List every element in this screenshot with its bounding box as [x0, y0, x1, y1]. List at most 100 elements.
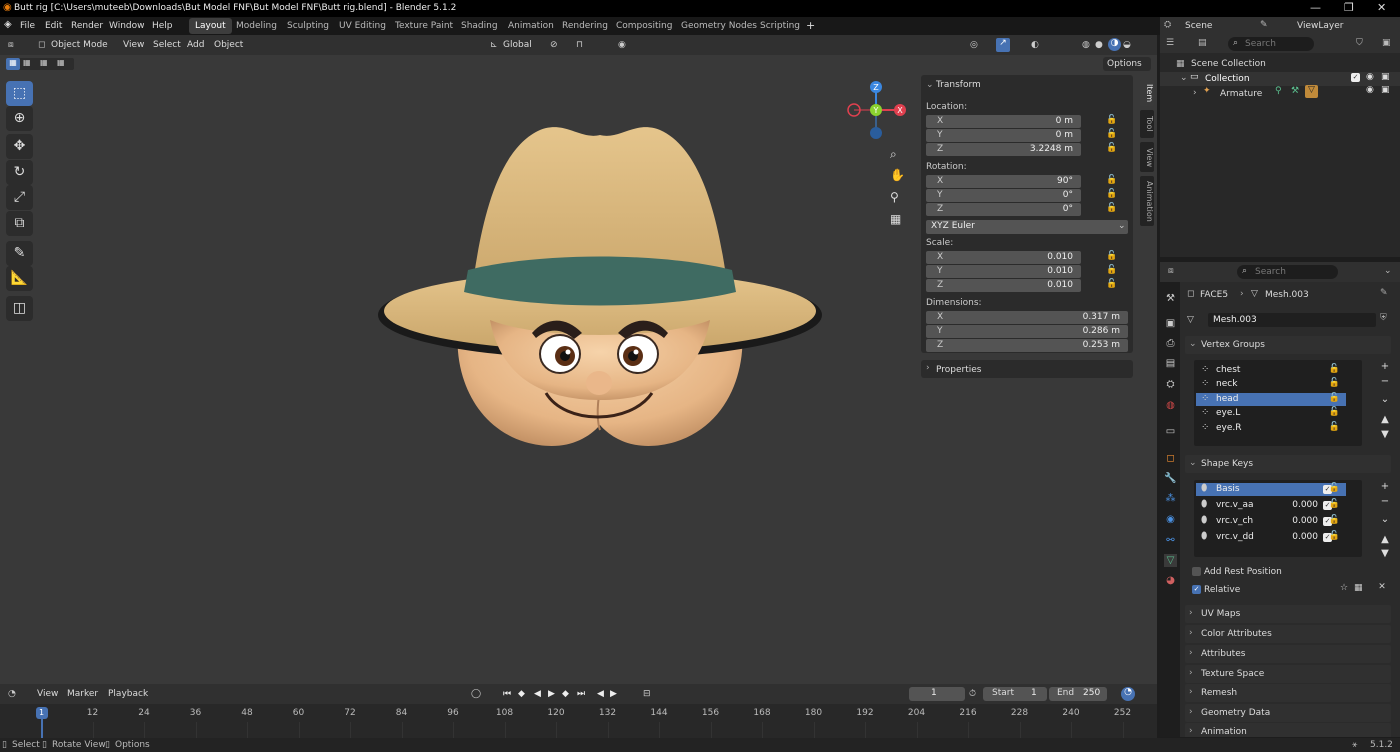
uv-maps-section[interactable]: › UV Maps: [1185, 605, 1391, 623]
minimize-button[interactable]: —: [1310, 1, 1321, 14]
menu-select[interactable]: Select: [153, 40, 181, 50]
timeline-menu-marker[interactable]: Marker: [67, 689, 98, 699]
shape-key-menu-button[interactable]: ⌄: [1378, 513, 1392, 527]
character-model[interactable]: [360, 80, 840, 500]
display-mode-icon[interactable]: ▤: [1198, 38, 1207, 48]
editor-type-icon[interactable]: ⧈: [8, 40, 14, 50]
end-frame-field[interactable]: End 250: [1049, 687, 1107, 701]
orientation-dropdown[interactable]: Global: [503, 40, 532, 50]
wireframe-shading-icon[interactable]: ◍: [1082, 40, 1090, 50]
remove-shape-key-button[interactable]: −: [1378, 495, 1392, 509]
solid-shading-icon[interactable]: ●: [1095, 40, 1103, 50]
select-subtract-icon[interactable]: ▦: [40, 58, 48, 67]
navigation-gizmo[interactable]: Z X Y: [840, 75, 915, 150]
cursor-tool[interactable]: ⊕: [6, 106, 33, 131]
object-tab-icon[interactable]: ◻: [1164, 452, 1177, 465]
armature-eye-icon[interactable]: ◉: [1366, 85, 1374, 95]
view-layer-tab-icon[interactable]: ▤: [1164, 357, 1177, 370]
scene-name[interactable]: Scene: [1185, 21, 1212, 31]
pan-hand-icon[interactable]: ✋: [890, 168, 905, 182]
new-collection-icon[interactable]: ▣: [1382, 38, 1391, 48]
add-cube-tool[interactable]: ◫: [6, 296, 33, 321]
gizmo-x-label[interactable]: X: [897, 106, 903, 115]
editor-type-icon[interactable]: ⧈: [1168, 266, 1174, 276]
attributes-section[interactable]: › Attributes: [1185, 645, 1391, 663]
move-tool[interactable]: ✥: [6, 134, 33, 159]
scale-z-field[interactable]: Z 0.010: [926, 279, 1081, 292]
lock-icon[interactable]: 🔓: [1106, 189, 1117, 199]
shape-key-value[interactable]: 0.000: [1276, 532, 1318, 542]
play-icon[interactable]: ▶: [548, 689, 555, 699]
annotate-tool[interactable]: ✎: [6, 241, 33, 266]
camera-icon[interactable]: ▣: [1381, 72, 1390, 82]
menu-edit[interactable]: Edit: [45, 21, 62, 31]
prev-keyframe-icon[interactable]: ◆: [518, 689, 525, 699]
select-box-tool[interactable]: ⬚: [6, 81, 33, 106]
blender-menu-icon[interactable]: ◈: [4, 19, 12, 30]
measure-tool[interactable]: 📐: [6, 266, 33, 291]
material-tab-icon[interactable]: ◕: [1164, 574, 1177, 587]
proportional-edit-icon[interactable]: ◉: [618, 40, 626, 50]
lock-icon[interactable]: 🔓: [1106, 203, 1117, 213]
camera-view-icon[interactable]: ⚲: [890, 190, 899, 204]
auto-keying-icon[interactable]: ◔: [1121, 687, 1135, 701]
tab-compositing[interactable]: Compositing: [610, 18, 678, 34]
location-z-field[interactable]: Z 3.2248 m: [926, 143, 1081, 156]
outliner-search-input[interactable]: ⌕ Search: [1228, 37, 1314, 51]
lock-icon[interactable]: 🔓: [1329, 378, 1340, 388]
zoom-icon[interactable]: ⌕: [890, 147, 897, 162]
close-button[interactable]: ✕: [1377, 1, 1386, 14]
dimensions-y-field[interactable]: Y 0.286 m: [926, 325, 1128, 338]
tab-uv-editing[interactable]: UV Editing: [333, 18, 392, 34]
jump-start-icon[interactable]: ⏮: [503, 689, 511, 699]
gizmo-toggle-icon[interactable]: ↗: [996, 38, 1010, 52]
lock-icon[interactable]: 🔓: [1106, 251, 1117, 261]
location-x-field[interactable]: X 0 m: [926, 115, 1081, 128]
collection-label[interactable]: Collection: [1205, 74, 1250, 84]
snap-icon[interactable]: ⊓: [576, 40, 583, 50]
timeline-menu-playback[interactable]: Playback: [108, 689, 148, 699]
list-item[interactable]: ⬮ Basis ✓ 🔓: [1196, 483, 1346, 496]
keyframe-next-icon[interactable]: ▶: [610, 689, 617, 699]
physics-tab-icon[interactable]: ◉: [1164, 513, 1177, 526]
lock-icon[interactable]: 🔓: [1106, 143, 1117, 153]
menu-window[interactable]: Window: [109, 21, 145, 31]
grid-view-icon[interactable]: ▦: [890, 212, 901, 226]
move-down-button[interactable]: ▼: [1378, 547, 1392, 561]
pin-icon[interactable]: ✎: [1260, 20, 1268, 30]
filter-icon[interactable]: ⛉: [1356, 38, 1363, 48]
lock-icon[interactable]: 🔓: [1106, 279, 1117, 289]
keying-icon[interactable]: ⊟: [643, 689, 651, 699]
add-shape-key-button[interactable]: +: [1378, 480, 1392, 494]
jump-end-icon[interactable]: ⏭: [577, 689, 585, 699]
scale-y-field[interactable]: Y 0.010: [926, 265, 1081, 278]
constraints-tab-icon[interactable]: ⚯: [1164, 534, 1177, 547]
collection-tab-icon[interactable]: ▭: [1164, 425, 1177, 438]
transform-panel-title[interactable]: Transform: [936, 80, 981, 90]
render-tab-icon[interactable]: ▣: [1164, 317, 1177, 330]
properties-subpanel[interactable]: › Properties: [921, 360, 1133, 378]
chevron-down-icon[interactable]: ⌄: [1384, 266, 1392, 276]
fake-user-icon[interactable]: ⛨: [1380, 313, 1387, 323]
visibility-icon[interactable]: ◎: [970, 40, 978, 50]
tab-rendering[interactable]: Rendering: [556, 18, 614, 34]
menu-help[interactable]: Help: [152, 21, 173, 31]
list-item[interactable]: ⬮ vrc.v_aa 0.000 ✓ 🔓: [1196, 499, 1346, 512]
editor-type-icon[interactable]: ☰: [1166, 38, 1174, 48]
lock-icon[interactable]: 🔓: [1329, 407, 1340, 417]
geometry-data-section[interactable]: › Geometry Data: [1185, 704, 1391, 722]
lock-icon[interactable]: 🔓: [1329, 483, 1340, 493]
tab-layout[interactable]: Layout: [189, 18, 232, 34]
collection-row[interactable]: ⌄ ▭ Collection ✓ ◉ ▣: [1160, 72, 1400, 86]
relative-checkbox[interactable]: ✓: [1192, 585, 1201, 594]
current-frame-field[interactable]: 1: [909, 687, 965, 701]
options-dropdown[interactable]: Options: [1103, 57, 1151, 71]
list-item[interactable]: ⁘ chest 🔓: [1196, 364, 1346, 377]
properties-search-input[interactable]: ⌕ Search: [1237, 265, 1338, 279]
particles-tab-icon[interactable]: ⁂: [1164, 492, 1177, 505]
list-item[interactable]: ⁘ eye.R 🔓: [1196, 422, 1346, 435]
modifier-tab-icon[interactable]: 🔧: [1164, 472, 1177, 485]
location-y-field[interactable]: Y 0 m: [926, 129, 1081, 142]
pin-shape-icon[interactable]: ☆: [1340, 583, 1348, 593]
menu-file[interactable]: File: [20, 21, 35, 31]
